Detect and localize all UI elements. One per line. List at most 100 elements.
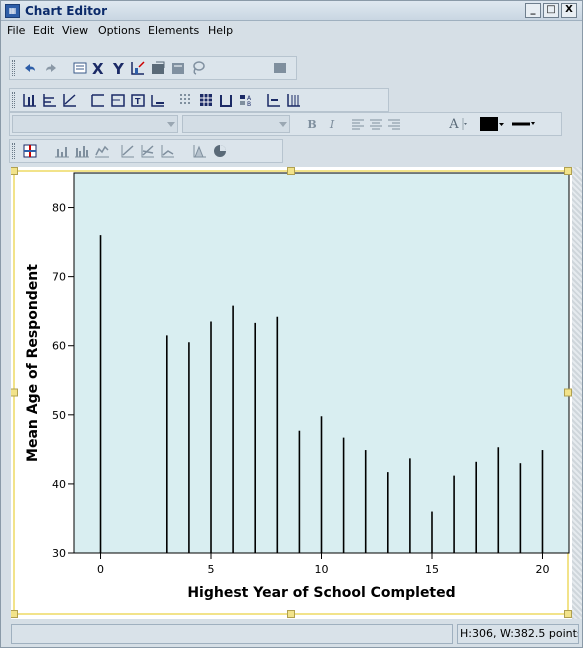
fill-color-dropdown-icon[interactable] [499,116,505,132]
format-toolbar: B I A [9,112,562,136]
svg-text:B: B [247,101,251,108]
chart-editor-window: ▦ Chart Editor _ □ X File Edit View Opti… [0,0,583,648]
close-button[interactable]: X [561,3,577,18]
panel-icon[interactable] [170,60,186,76]
resize-handle[interactable] [564,388,572,397]
y-axis-ticks[interactable]: 30 40 50 60 70 80 [52,202,74,560]
chart-type-toolbar [9,139,283,163]
bar-chart[interactable]: 30 40 50 60 70 80 0 5 10 15 20 Highest Year of Sc… [10,167,574,619]
insert-text-icon[interactable] [272,60,288,76]
x-tick-label[interactable]: 10 [315,563,329,576]
y-tick-label[interactable]: 30 [52,547,66,560]
fill-color-swatch[interactable] [480,116,498,132]
y-axis-icon[interactable]: Y [111,60,127,76]
histogram-icon[interactable] [192,143,208,159]
multi-line-icon[interactable] [140,143,156,159]
footnote-icon[interactable] [150,92,166,108]
menu-view[interactable]: View [62,24,88,37]
data-table-icon[interactable] [198,92,214,108]
y-tick-label[interactable]: 80 [52,202,66,215]
toolbar-grip[interactable] [12,60,15,76]
y-tick-label[interactable]: 40 [52,478,66,491]
x-tick-label[interactable]: 15 [425,563,439,576]
y-tick-label[interactable]: 50 [52,409,66,422]
y-axis-label[interactable]: Mean Age of Respondent [25,264,41,462]
chart-canvas[interactable]: 30 40 50 60 70 80 0 5 10 15 20 Highest Year of Sc… [10,167,574,619]
font-color-dropdown-icon[interactable] [462,116,468,132]
svg-text:Y: Y [112,60,125,76]
area-chart-icon[interactable] [94,143,110,159]
resize-handle[interactable] [564,167,572,175]
chevron-down-icon [167,122,175,127]
line-chart-icon[interactable] [62,92,78,108]
x-axis-ticks[interactable]: 0 5 10 15 20 [97,553,549,576]
align-right-icon[interactable] [386,116,402,132]
clustered-bar-icon[interactable] [74,143,90,159]
x-tick-label[interactable]: 0 [97,563,104,576]
pie-chart-icon[interactable] [212,143,228,159]
menu-edit[interactable]: Edit [33,24,54,37]
y-tick-label[interactable]: 60 [52,340,66,353]
bar-chart-icon[interactable] [22,92,38,108]
menu-elements[interactable]: Elements [148,24,199,37]
minimize-button[interactable]: _ [525,3,541,18]
error-bar-icon[interactable] [218,92,234,108]
title-box-icon[interactable]: T [130,92,146,108]
italic-button[interactable]: I [324,116,340,132]
status-bar: H:306, W:382.5 points [11,623,579,645]
simple-bar-icon[interactable] [54,143,70,159]
bold-button[interactable]: B [304,116,320,132]
chart-size-readout: H:306, W:382.5 points [457,624,579,644]
edit-toolbar: X Y [9,56,297,80]
resize-handle[interactable] [10,167,18,175]
menu-help[interactable]: Help [208,24,233,37]
status-message [11,624,453,644]
line-type-icon[interactable] [120,143,136,159]
x-axis-label[interactable]: Highest Year of School Completed [187,585,455,601]
align-left-icon[interactable] [350,116,366,132]
redo-icon[interactable] [43,60,59,76]
add-element-icon[interactable] [22,143,38,159]
svg-text:T: T [135,97,141,106]
transpose-icon[interactable] [150,60,166,76]
app-icon: ▦ [5,4,20,18]
lasso-icon[interactable] [190,60,206,76]
inner-frame-icon[interactable] [110,92,126,108]
title-bar[interactable]: ▦ Chart Editor _ □ X [1,1,582,21]
frame-icon[interactable] [90,92,106,108]
canvas-scroll-area [572,167,582,619]
properties-icon[interactable] [72,60,88,76]
resize-handle[interactable] [287,610,295,618]
undo-icon[interactable] [22,60,38,76]
svg-text:X: X [92,60,104,76]
horizontal-bar-icon[interactable] [42,92,58,108]
resize-handle[interactable] [287,167,295,175]
scale-to-data-icon[interactable] [130,60,146,76]
line-style-icon[interactable] [510,116,536,132]
y-tick-label[interactable]: 70 [52,271,66,284]
window-title: Chart Editor [25,4,108,18]
menu-options[interactable]: Options [98,24,140,37]
align-center-icon[interactable] [368,116,384,132]
x-tick-label[interactable]: 5 [208,563,215,576]
font-family-combo[interactable] [12,115,178,133]
x-axis-icon[interactable]: X [91,60,107,76]
resize-handle[interactable] [10,388,18,397]
maximize-button[interactable]: □ [543,3,559,18]
font-color-button[interactable]: A [446,116,462,132]
menu-bar: File Edit View Options Elements Help [1,21,582,42]
menu-file[interactable]: File [7,24,25,37]
drop-line-icon[interactable] [160,143,176,159]
font-size-combo[interactable] [182,115,290,133]
x-tick-label[interactable]: 20 [535,563,549,576]
resize-handle[interactable] [564,610,572,618]
resize-handle[interactable] [10,610,18,618]
chart-elements-toolbar: T AB [9,88,389,112]
toolbar-grip-4[interactable] [12,143,15,159]
toolbar-grip-2[interactable] [12,92,15,108]
gridlines-icon[interactable] [178,92,194,108]
legend-icon[interactable]: AB [238,92,254,108]
reference-line-icon[interactable] [266,92,282,108]
bin-icon[interactable] [286,92,302,108]
chevron-down-icon [279,122,287,127]
